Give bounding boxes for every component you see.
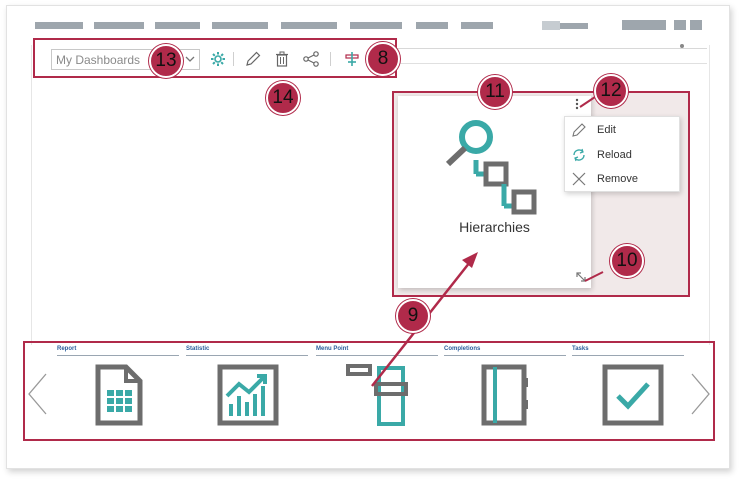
nav-item[interactable] [674,20,686,30]
close-icon [572,172,586,186]
menu-item-edit[interactable]: Edit [565,119,679,143]
callout-12: 12 [594,74,628,108]
toolbar-separator [233,52,234,66]
nav-item[interactable] [281,22,337,29]
callout-11: 11 [478,75,512,109]
toolbar-separator [330,52,331,66]
menu-item-label: Edit [597,124,616,136]
tile-context-menu: Edit Reload Remove [564,116,680,192]
widget-completions[interactable]: Completions [444,346,566,432]
tile-title: Hierarchies [459,219,530,235]
resize-handle-icon[interactable] [575,271,587,283]
more-menu-icon[interactable] [575,98,579,110]
widget-title-rule [57,355,179,356]
widget-title: Completions [444,346,481,352]
menu-point-icon [346,364,408,426]
widget-title-rule [444,355,566,356]
hierarchies-icon [445,120,537,215]
tasks-icon [602,364,664,426]
hierarchies-tile[interactable]: Hierarchies [398,96,591,288]
callout-14: 14 [266,81,300,115]
nav-item[interactable] [350,22,402,29]
widget-tasks[interactable]: Tasks [572,346,684,432]
menu-item-reload[interactable]: Reload [565,144,679,168]
widget-menu-point[interactable]: Menu Point [316,346,438,432]
menu-item-remove[interactable]: Remove [565,168,679,192]
share-icon[interactable] [302,50,320,68]
menu-item-label: Reload [597,149,632,161]
widget-title-rule [316,355,438,356]
widget-title: Report [57,346,77,352]
widget-title: Tasks [572,346,589,352]
trash-icon[interactable] [273,50,291,68]
nav-item[interactable] [94,22,144,29]
callout-13: 13 [149,44,183,78]
pencil-icon[interactable] [244,50,262,68]
widget-title-rule [186,355,308,356]
callout-8: 8 [366,42,400,76]
chevron-down-icon [185,56,195,62]
completions-icon [481,364,528,426]
reload-icon [573,148,585,162]
callout-9: 9 [396,299,430,333]
nav-item[interactable] [622,20,666,30]
widget-title-rule [572,355,684,356]
chevron-right-icon[interactable] [688,372,712,416]
menu-item-label: Remove [597,173,638,185]
workspace-header-line [372,48,707,64]
nav-item[interactable] [35,22,83,29]
dashboard-select-value: My Dashboards [56,53,141,67]
pencil-icon [572,123,586,137]
callout-10: 10 [610,244,644,278]
widget-title: Menu Point [316,346,349,352]
nav-item[interactable] [560,23,588,29]
nav-item[interactable] [416,22,448,29]
statistic-icon [217,364,279,426]
scroll-indicator [680,44,684,48]
add-widget-icon[interactable] [343,50,361,68]
chevron-left-icon[interactable] [26,372,50,416]
nav-item[interactable] [461,22,493,29]
nav-item[interactable] [212,22,268,29]
widget-statistic[interactable]: Statistic [186,346,308,432]
nav-item[interactable] [542,21,560,30]
widget-report[interactable]: Report [57,346,179,432]
report-icon [95,364,143,426]
gear-icon[interactable] [209,50,227,68]
nav-item[interactable] [155,22,200,29]
nav-item[interactable] [690,20,702,30]
widget-title: Statistic [186,346,210,352]
